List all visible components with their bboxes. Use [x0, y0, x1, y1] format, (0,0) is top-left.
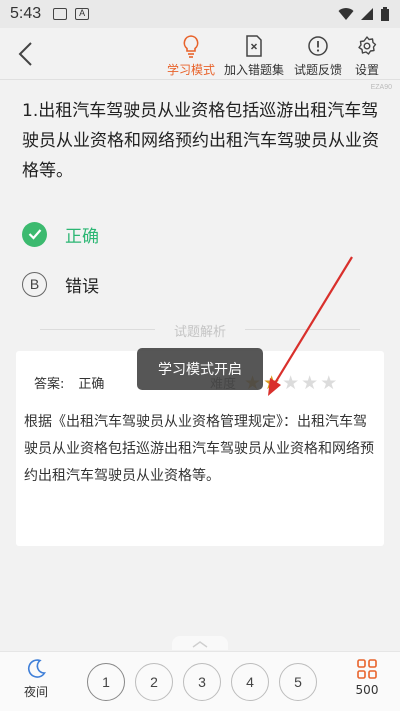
option-label: 正确: [65, 226, 99, 247]
check-icon: [22, 221, 47, 247]
question-code: EZA90: [370, 84, 392, 91]
option-correct[interactable]: 正确: [22, 220, 222, 248]
page-button-3[interactable]: 3: [183, 663, 221, 701]
status-time: 5:43: [10, 5, 42, 22]
study-mode-button[interactable]: 学习模式: [160, 34, 222, 78]
lightbulb-icon: [183, 35, 199, 58]
feedback-label: 试题反馈: [293, 63, 342, 77]
star-filled-icon: ★: [263, 371, 281, 394]
star-empty-icon: ★: [301, 371, 319, 394]
status-bar: 5:43 A: [0, 0, 400, 28]
grid-icon: [357, 659, 377, 679]
page-button-2[interactable]: 2: [135, 663, 173, 701]
image-notification-icon: [53, 8, 68, 20]
question-text: 1.出租汽车驾驶员从业资格包括巡游出租汽车驾驶员从业资格和网络预约出租汽车驾驶员…: [22, 101, 379, 181]
page-button-1[interactable]: 1: [87, 663, 125, 701]
page-button-5[interactable]: 5: [279, 663, 317, 701]
answer-value: 正确: [78, 377, 105, 392]
expand-handle[interactable]: [172, 636, 228, 650]
analysis-section-title: 试题解析: [155, 321, 245, 340]
option-wrong[interactable]: B 错误: [22, 270, 222, 298]
back-arrow-icon[interactable]: [14, 40, 40, 68]
a-notification-icon: A: [75, 8, 90, 20]
signal-icon: [361, 8, 373, 20]
settings-button[interactable]: 设置: [336, 34, 398, 78]
question-total: 500: [355, 683, 379, 697]
question-grid-button[interactable]: 500: [346, 658, 388, 697]
bottom-bar: 夜间 1 2 3 4 5 500: [0, 651, 400, 711]
option-label: 错误: [65, 276, 99, 297]
add-wrong-set-button[interactable]: 加入错题集: [223, 34, 285, 78]
night-mode-button[interactable]: 夜间: [14, 658, 58, 700]
alert-circle-icon: [308, 36, 328, 56]
wifi-icon: [338, 8, 354, 20]
analysis-text: 根据《出租汽车驾驶员从业资格管理规定》：出租汽车驾驶员从业资格包括巡游出租汽车驾…: [24, 414, 374, 484]
answer-label: 答案:: [34, 377, 65, 392]
settings-label: 设置: [354, 63, 379, 77]
top-toolbar: 学习模式 加入错题集 试题反馈 设置: [0, 28, 400, 80]
gear-icon: [358, 36, 377, 55]
moon-icon: [27, 659, 46, 678]
answer-row: 答案: 正确: [34, 373, 104, 392]
add-wrong-set-label: 加入错题集: [223, 63, 284, 77]
option-letter-badge: B: [22, 271, 47, 297]
night-mode-label: 夜间: [23, 685, 48, 699]
star-empty-icon: ★: [282, 371, 300, 394]
page-button-4[interactable]: 4: [231, 663, 269, 701]
star-empty-icon: ★: [320, 371, 338, 394]
toast-message: 学习模式开启: [137, 348, 263, 390]
document-x-icon: [246, 35, 262, 57]
study-mode-label: 学习模式: [166, 63, 215, 77]
chevron-up-icon: [192, 641, 208, 648]
battery-icon: [381, 6, 389, 21]
